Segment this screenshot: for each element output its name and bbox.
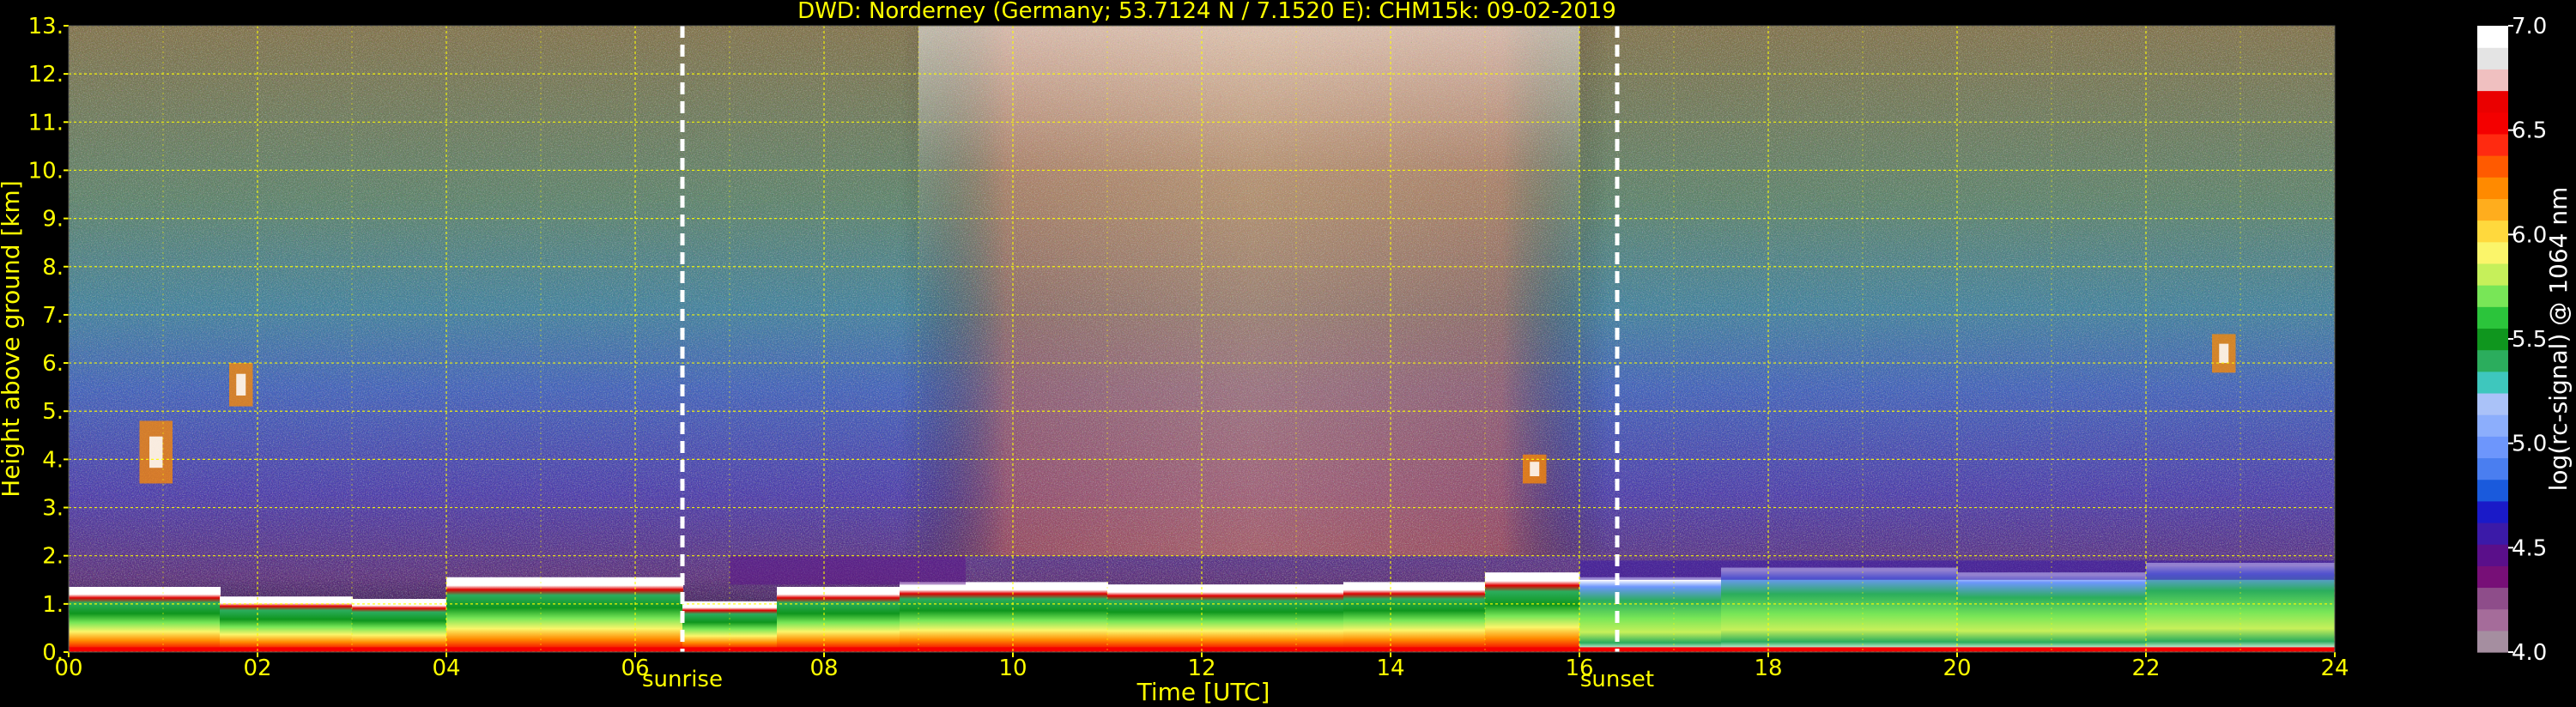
colorbar-swatch (2477, 522, 2508, 545)
x-tick-label: 18 (1754, 656, 1782, 681)
colorbar-swatch (2477, 133, 2508, 156)
sunrise-label: sunrise (642, 667, 723, 692)
boundary-layer-segment (682, 603, 778, 650)
colorbar (2477, 26, 2508, 653)
x-tick-label: 04 (432, 656, 460, 681)
colorbar-swatch (2477, 587, 2508, 610)
y-tick-label: 8. (42, 255, 64, 281)
colorbar-swatch (2477, 220, 2508, 243)
colorbar-swatch (2477, 630, 2508, 653)
y-tick-label: 9. (42, 207, 64, 233)
plot-area (69, 26, 2335, 652)
colorbar-swatch (2477, 285, 2508, 307)
x-tick-label: 20 (1943, 656, 1971, 681)
y-tick-label: 12. (28, 62, 64, 88)
colorbar-ticks: 4.0 4.5 5.0 5.5 6.0 6.5 7.0 (2508, 14, 2547, 666)
y-tick-label: 1. (42, 592, 64, 618)
colorbar-swatch (2477, 69, 2508, 92)
layer-top-edge (352, 599, 447, 603)
colorbar-swatch (2477, 328, 2508, 351)
colorbar-swatch (2477, 457, 2508, 480)
y-tick-label: 4. (42, 447, 64, 473)
boundary-layer-segment (777, 589, 900, 650)
colorbar-tick-label: 4.0 (2512, 640, 2547, 666)
colorbar-swatch (2477, 198, 2508, 221)
boundary-layer-segment (352, 601, 447, 650)
colorbar-swatch (2477, 90, 2508, 113)
boundary-layer-segment (1721, 570, 1958, 650)
x-tick-label: 02 (243, 656, 271, 681)
x-tick-label: 10 (998, 656, 1027, 681)
layer-top-edge (220, 596, 353, 601)
layer-top-edge (777, 587, 900, 590)
colorbar-swatch (2477, 177, 2508, 199)
boundary-layer-segment (446, 579, 683, 650)
cloud-patch-core (2219, 343, 2229, 364)
y-tick-label: 3. (42, 496, 64, 522)
colorbar-swatch (2477, 392, 2508, 415)
y-tick-label: 2. (42, 544, 64, 570)
boundary-layer-segment (1579, 579, 1722, 650)
boundary-layer-segment (1485, 575, 1580, 650)
colorbar-swatch (2477, 241, 2508, 264)
cloud-patch-core (1530, 462, 1540, 477)
colorbar-swatch (2477, 500, 2508, 523)
layer-top-edge (1343, 582, 1486, 586)
cloud-patch-core (236, 373, 246, 396)
boundary-layer-segment (220, 599, 353, 650)
y-axis-label: Height above ground [km] (0, 180, 25, 498)
colorbar-swatch (2477, 26, 2508, 48)
x-axis-ticks: 00 02 04 06 08 10 12 14 16 18 20 22 24 (54, 652, 2349, 681)
x-tick-label: 08 (809, 656, 838, 681)
colorbar-tick-label: 6.0 (2512, 222, 2547, 248)
x-axis-label: Time [UTC] (1136, 678, 1270, 706)
colorbar-swatch (2477, 544, 2508, 566)
y-tick-label: 6. (42, 351, 64, 377)
layer-top-edge (69, 587, 221, 590)
residual-layer (730, 555, 966, 585)
colorbar-swatch (2477, 479, 2508, 502)
y-tick-label: 7. (42, 303, 64, 329)
colorbar-tick-label: 5.0 (2512, 432, 2547, 457)
boundary-layer-segment (1343, 584, 1486, 650)
y-tick-label: 0. (42, 640, 64, 666)
colorbar-swatch (2477, 371, 2508, 394)
y-tick-label: 13. (28, 14, 64, 39)
x-tick-label: 24 (2320, 656, 2349, 681)
colorbar-tick-label: 6.5 (2512, 118, 2547, 144)
layer-top-edge (446, 577, 683, 581)
colorbar-tick-label: 4.5 (2512, 535, 2547, 561)
colorbar-swatch (2477, 349, 2508, 372)
colorbar-swatch (2477, 112, 2508, 135)
boundary-layer-segment (1107, 587, 1344, 650)
colorbar-swatch (2477, 436, 2508, 459)
colorbar-swatch (2477, 306, 2508, 329)
boundary-layer-segment (69, 589, 221, 650)
boundary-layer-segment (900, 584, 1108, 650)
colorbar-tick-label: 7.0 (2512, 14, 2547, 39)
sunset-label: sunset (1580, 667, 1654, 692)
colorbar-swatch (2477, 263, 2508, 286)
y-tick-label: 10. (28, 158, 64, 184)
ceilometer-chart: DWD: Norderney (Germany; 53.7124 N / 7.1… (0, 0, 2573, 706)
colorbar-swatch (2477, 608, 2508, 631)
colorbar-tick-label: 5.5 (2512, 327, 2547, 353)
x-tick-label: 14 (1376, 656, 1404, 681)
layer-top-edge (1107, 584, 1344, 589)
colorbar-swatch (2477, 414, 2508, 437)
colorbar-swatch (2477, 565, 2508, 589)
x-tick-label: 22 (2131, 656, 2160, 681)
colorbar-swatch (2477, 155, 2508, 178)
chart-title: DWD: Norderney (Germany; 53.7124 N / 7.1… (797, 0, 1616, 24)
colorbar-label: log(rc-signal) @ 1064 nm (2544, 187, 2573, 492)
y-tick-label: 11. (28, 110, 64, 136)
y-tick-label: 5. (42, 399, 64, 425)
colorbar-swatch (2477, 47, 2508, 69)
cloud-patch-core (149, 436, 163, 468)
layer-top-edge (1485, 572, 1580, 577)
